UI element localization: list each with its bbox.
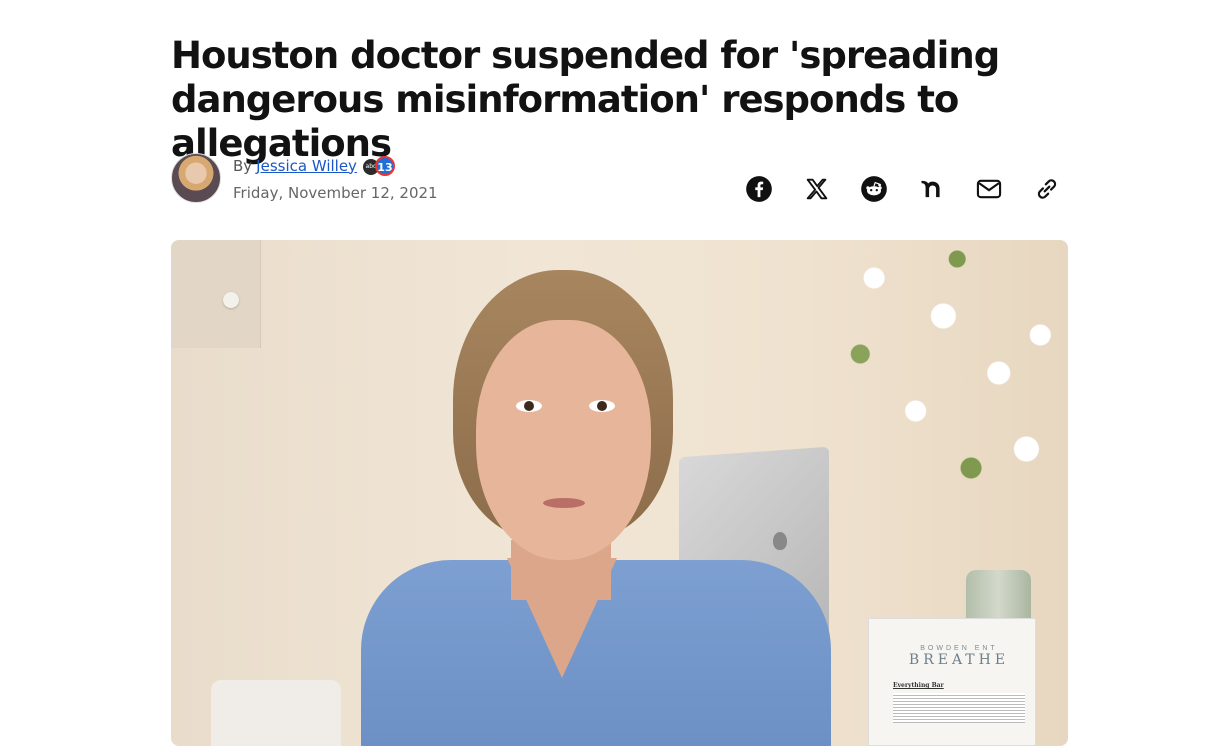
reddit-icon [861,176,887,202]
byline-author-line: By Jessica Willey abc 13 [233,155,438,177]
cabinet-knob [223,292,239,308]
card-brand: BREATHE [908,652,1010,668]
nextdoor-icon [921,180,940,198]
wall-panel [171,240,261,348]
person-left-eye [516,400,542,412]
card-brand-top: BOWDEN ENT [920,645,998,652]
scrubs-neckline [507,558,617,678]
station-logo-number: 13 [374,155,395,176]
link-icon [1037,179,1056,199]
person-mouth [543,498,585,508]
card-heading: Everything Bar [893,682,944,689]
facebook-icon [746,176,772,202]
byline: By Jessica Willey abc 13 Friday, Novembe… [171,152,438,204]
byline-prefix: By [233,156,253,175]
byline-text: By Jessica Willey abc 13 Friday, Novembe… [233,155,438,202]
share-bar [740,170,1085,208]
article-hero-image[interactable]: BOWDEN ENT BREATHE Everything Bar [171,240,1068,746]
person-face [476,320,651,560]
chair [211,680,341,746]
article-headline: Houston doctor suspended for 'spreading … [171,34,1000,165]
card-text-lines [893,693,1025,723]
share-email-button[interactable] [970,170,1008,208]
x-icon [806,178,827,200]
publish-date: Friday, November 12, 2021 [233,183,438,202]
menu-card: BOWDEN ENT BREATHE Everything Bar [868,618,1036,746]
share-facebook-button[interactable] [740,170,778,208]
apple-logo-icon [773,532,787,550]
share-x-button[interactable] [798,170,836,208]
author-avatar[interactable] [171,153,221,203]
flower-arrangement [791,240,1068,620]
share-reddit-button[interactable] [855,170,893,208]
share-nextdoor-button[interactable] [913,170,951,208]
station-logo: abc 13 [362,155,397,177]
email-icon [976,179,1002,199]
person-right-eye [589,400,615,412]
author-link[interactable]: Jessica Willey [256,157,357,175]
share-link-button[interactable] [1028,170,1066,208]
